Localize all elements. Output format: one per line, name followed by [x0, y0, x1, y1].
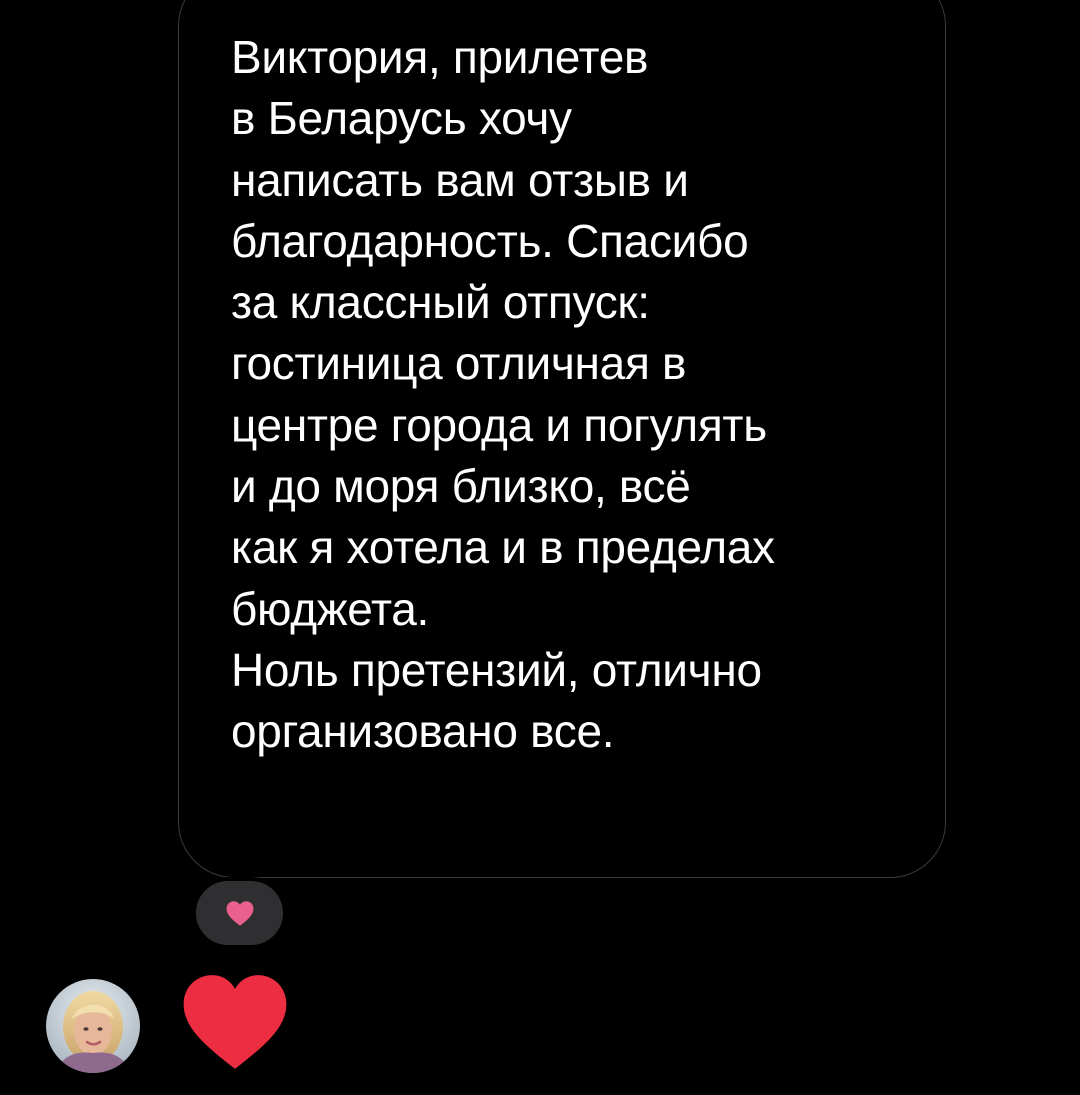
message-line: написать вам отзыв и — [231, 153, 689, 206]
message-line: как я хотела и в пределах — [231, 521, 775, 574]
message-line: центре города и погулять — [231, 398, 767, 451]
message-line: Виктория, прилетев — [231, 31, 649, 83]
message-text: Виктория, прилетев в Беларусь хочу напис… — [231, 27, 931, 763]
heart-icon[interactable] — [180, 972, 290, 1072]
message-line: в Беларусь хочу — [231, 92, 572, 145]
message-thread: Виктория, прилетев в Беларусь хочу напис… — [0, 0, 1080, 1095]
heart-icon — [226, 900, 253, 926]
message-line: за классный отпуск: — [231, 276, 650, 329]
message-line: и до моря близко, всё — [231, 460, 691, 513]
message-line: Ноль претензий, отлично — [231, 643, 762, 696]
message-line: организовано все. — [231, 705, 615, 758]
message-line: гостиница отличная в — [231, 337, 687, 390]
message-line: бюджета. — [231, 582, 430, 635]
user-avatar — [46, 979, 140, 1073]
sender-avatar[interactable] — [46, 979, 140, 1073]
reaction-badge[interactable] — [192, 877, 287, 949]
message-line: благодарность. Спасибо — [231, 214, 749, 267]
